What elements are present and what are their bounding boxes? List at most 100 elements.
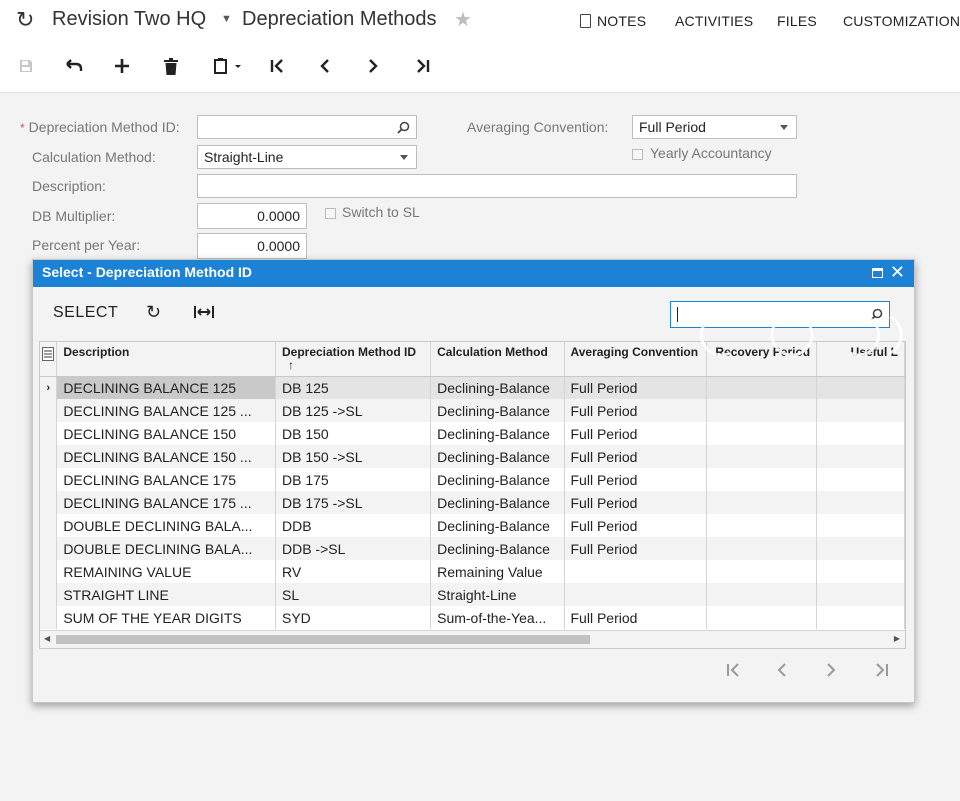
column-header-method-id[interactable]: Depreciation Method ID ↑ [275, 342, 432, 377]
chevron-down-icon [400, 155, 408, 160]
add-button[interactable] [108, 52, 136, 80]
row-selector[interactable] [40, 445, 58, 468]
chevron-right-icon [827, 663, 836, 677]
dialog-search-input[interactable] [670, 301, 890, 328]
table-row[interactable]: DECLINING BALANCE 175 ... DB 175 ->SL Decl… [40, 491, 905, 514]
switch-to-sl-checkbox[interactable] [325, 208, 336, 219]
cell-description: DECLINING BALANCE 125 [56, 376, 276, 399]
first-record-button[interactable] [263, 52, 291, 80]
customization-link[interactable]: CUSTOMIZATION [843, 13, 960, 29]
row-selector[interactable] [40, 606, 58, 629]
dialog-title-bar[interactable]: Select - Depreciation Method ID ✕ [33, 260, 914, 287]
switch-to-sl-label: Switch to SL [342, 204, 420, 220]
row-selector[interactable] [40, 583, 58, 606]
db-multiplier-field[interactable]: 0.0000 [197, 203, 307, 229]
methods-grid: Description Depreciation Method ID ↑ Cal… [39, 341, 906, 649]
refresh-icon[interactable]: ↻ [146, 302, 161, 323]
fit-to-screen-button[interactable] [194, 305, 214, 324]
refresh-icon[interactable]: ↻ [16, 7, 34, 33]
activities-link[interactable]: ACTIVITIES [675, 13, 753, 29]
page-title: Depreciation Methods [242, 8, 437, 30]
favorite-star-icon[interactable]: ★ [454, 7, 472, 32]
column-header-averaging-convention[interactable]: Averaging Convention [564, 342, 707, 377]
files-link[interactable]: FILES [777, 13, 817, 29]
scroll-right-icon[interactable]: ▶ [894, 634, 900, 643]
cell-useful-life [816, 606, 905, 629]
row-selector[interactable] [40, 422, 58, 445]
previous-record-button[interactable] [311, 52, 339, 80]
table-row[interactable]: SUM OF THE YEAR DIGITS SYD Sum-of-the-Yea.… [40, 606, 905, 629]
table-row[interactable]: DECLINING BALANCE 150 DB 150 Declining-Bal… [40, 422, 905, 445]
delete-button[interactable] [157, 52, 185, 80]
db-multiplier-label: DB Multiplier: [32, 208, 116, 224]
cell-useful-life [816, 514, 905, 537]
table-row[interactable]: DECLINING BALANCE 150 ... DB 150 ->SL Decl… [40, 445, 905, 468]
maximize-icon[interactable] [872, 268, 883, 278]
cell-recovery-period [706, 491, 818, 514]
column-header-calc-method[interactable]: Calculation Method [430, 342, 565, 377]
company-selector[interactable]: Revision Two HQ [52, 8, 206, 31]
row-selector[interactable] [40, 514, 58, 537]
method-id-field[interactable] [197, 115, 417, 139]
row-selector[interactable]: › [40, 376, 58, 399]
cell-method-id: DB 125 ->SL [275, 399, 432, 422]
column-header-useful-life[interactable]: Useful L [816, 342, 905, 377]
paste-menu-button[interactable] [208, 52, 248, 80]
calc-method-select[interactable]: Straight-Line [197, 145, 417, 169]
cell-description: REMAINING VALUE [56, 560, 276, 583]
table-row[interactable]: DOUBLE DECLINING BALA... DDB Declining-Bal… [40, 514, 905, 537]
table-row[interactable]: › DECLINING BALANCE 125 DB 125 Declining-Ba… [40, 376, 905, 399]
cell-recovery-period [706, 399, 818, 422]
pager-last-button[interactable] [874, 662, 890, 683]
scroll-left-icon[interactable]: ◀ [44, 634, 50, 643]
table-row[interactable]: STRAIGHT LINE SL Straight-Line [40, 583, 905, 606]
row-selector[interactable] [40, 491, 58, 514]
pager-next-button[interactable] [823, 662, 839, 683]
table-row[interactable]: DECLINING BALANCE 175 DB 175 Declining-Bal… [40, 468, 905, 491]
notes-link[interactable]: NOTES [580, 13, 646, 29]
column-header-description[interactable]: Description [56, 342, 276, 377]
cell-useful-life [816, 445, 905, 468]
column-config-icon[interactable] [40, 342, 58, 377]
notes-label: NOTES [597, 13, 647, 29]
chevron-down-icon [780, 125, 788, 130]
table-row[interactable]: REMAINING VALUE RV Remaining Value [40, 560, 905, 583]
cell-calc-method: Declining-Balance [430, 399, 565, 422]
first-icon [270, 59, 283, 73]
cell-calc-method: Remaining Value [430, 560, 565, 583]
row-selector[interactable] [40, 399, 58, 422]
horizontal-scrollbar[interactable]: ◀ ▶ [40, 630, 905, 648]
pager-previous-button[interactable] [774, 662, 790, 683]
chevron-down-icon[interactable]: ▼ [221, 13, 232, 25]
scrollbar-thumb[interactable] [56, 635, 590, 644]
cell-description: STRAIGHT LINE [56, 583, 276, 606]
select-button[interactable]: SELECT [53, 304, 118, 322]
save-button[interactable] [12, 52, 40, 80]
chevron-left-icon [320, 59, 329, 73]
next-record-button[interactable] [359, 52, 387, 80]
cell-calc-method: Declining-Balance [430, 376, 565, 399]
cell-calc-method: Declining-Balance [430, 537, 565, 560]
yearly-accountancy-checkbox[interactable] [632, 149, 643, 160]
last-record-button[interactable] [409, 52, 437, 80]
cell-calc-method: Declining-Balance [430, 422, 565, 445]
description-field[interactable] [197, 174, 797, 198]
main-toolbar [0, 44, 960, 88]
row-selector[interactable] [40, 537, 58, 560]
undo-button[interactable] [60, 52, 88, 80]
table-row[interactable]: DOUBLE DECLINING BALA... DDB ->SL Declinin… [40, 537, 905, 560]
percent-per-year-field[interactable]: 0.0000 [197, 233, 307, 259]
table-row[interactable]: DECLINING BALANCE 125 ... DB 125 ->SL Decl… [40, 399, 905, 422]
row-selector[interactable] [40, 468, 58, 491]
close-icon[interactable]: ✕ [890, 262, 905, 283]
description-label: Description: [32, 178, 106, 194]
cell-averaging-convention: Full Period [564, 399, 707, 422]
cell-useful-life [816, 399, 905, 422]
last-icon [876, 663, 888, 677]
cell-recovery-period [706, 514, 818, 537]
yearly-accountancy-label: Yearly Accountancy [650, 145, 772, 161]
pager-first-button[interactable] [725, 662, 741, 683]
column-header-recovery-period[interactable]: Recovery Period [706, 342, 818, 377]
averaging-convention-select[interactable]: Full Period [632, 115, 797, 139]
row-selector[interactable] [40, 560, 58, 583]
